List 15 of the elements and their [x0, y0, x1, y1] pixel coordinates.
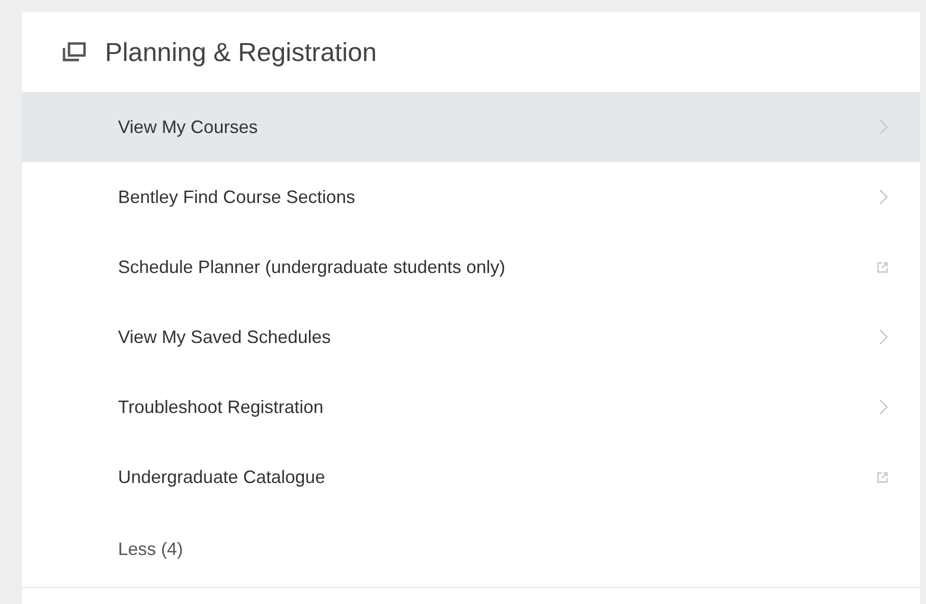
chevron-right-icon — [879, 399, 888, 415]
chevron-right-icon — [879, 119, 888, 135]
windows-icon — [62, 42, 86, 62]
less-link[interactable]: Less (4) — [118, 539, 184, 560]
chevron-right-icon — [879, 189, 888, 205]
external-link-icon — [877, 472, 888, 482]
menu-item[interactable]: Troubleshoot Registration — [22, 372, 920, 442]
menu-item[interactable]: Schedule Planner (undergraduate students only) — [22, 232, 920, 302]
menu-item[interactable]: View My Saved Schedules — [22, 302, 920, 372]
menu-item[interactable]: View My Courses — [22, 92, 920, 162]
section-title: Planning & Registration — [105, 36, 377, 68]
menu-item[interactable]: Bentley Find Course Sections — [22, 162, 920, 232]
menu-item[interactable]: Undergraduate Catalogue — [22, 442, 920, 512]
external-link-icon — [877, 262, 888, 272]
chevron-right-icon — [879, 329, 888, 345]
